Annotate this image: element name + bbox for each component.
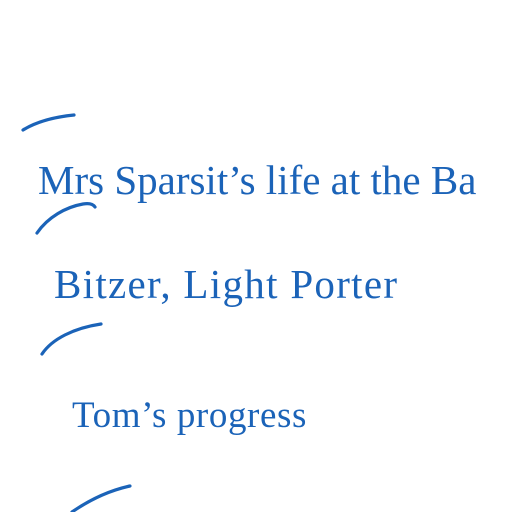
pen-stroke-3 (40, 322, 103, 356)
handwritten-line-2: Bitzer, Light Porter (54, 261, 399, 307)
canvas: Mrs Sparsit’s life at the Ba Bitzer, Lig… (0, 0, 512, 512)
pen-stroke-1 (21, 113, 76, 132)
handwritten-line-3: Tom’s progress (72, 395, 307, 436)
handwritten-line-1: Mrs Sparsit’s life at the Ba (38, 157, 477, 203)
pen-stroke-2 (35, 202, 97, 235)
pen-stroke-4 (70, 484, 132, 512)
